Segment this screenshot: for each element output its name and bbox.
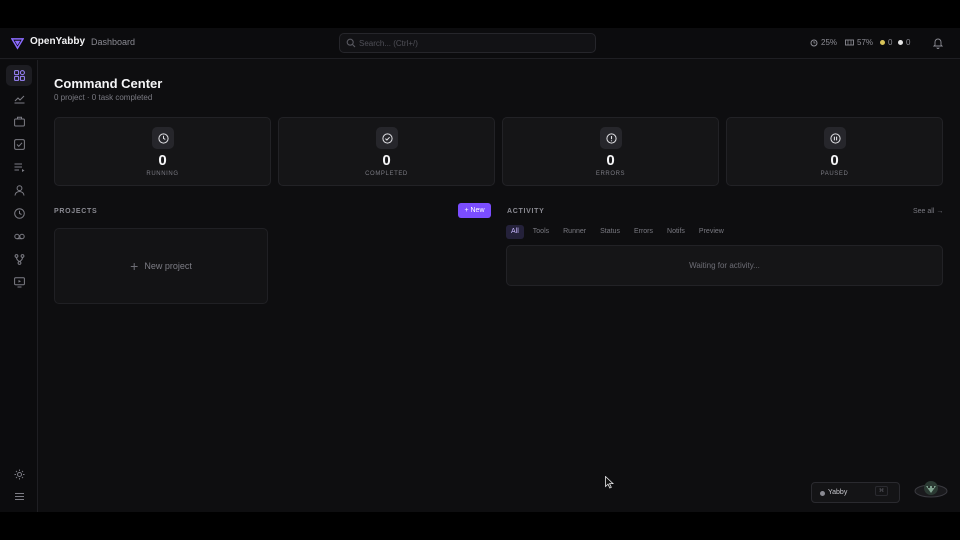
tab-all[interactable]: All	[506, 225, 524, 239]
logo-icon[interactable]	[11, 37, 24, 50]
sidebar-item-git[interactable]	[6, 249, 32, 270]
mouse-cursor-icon	[605, 476, 614, 489]
yabby-avatar-icon[interactable]	[914, 477, 948, 499]
count-a-value: 0	[888, 38, 893, 47]
tab-status[interactable]: Status	[595, 225, 625, 239]
new-project-button[interactable]: + New	[458, 203, 491, 218]
sidebar-item-analytics[interactable]	[6, 88, 32, 109]
page-title: Command Center	[54, 76, 163, 91]
main-content: Command Center 0 project · 0 task comple…	[38, 60, 960, 512]
count-b-value: 0	[906, 38, 911, 47]
shortcut-badge: ⌘	[875, 486, 888, 496]
chart-icon	[14, 95, 24, 104]
activity-feed: Waiting for activity...	[506, 245, 943, 286]
user-icon	[14, 185, 24, 196]
pause-icon	[824, 127, 846, 149]
memory-icon	[845, 39, 854, 46]
projects-heading: PROJECTS	[54, 208, 98, 215]
cpu-icon	[810, 39, 818, 46]
stat-label: RUNNING	[146, 171, 179, 177]
stat-card-paused: 0 PAUSED	[726, 117, 943, 186]
git-branch-icon	[14, 254, 24, 265]
stat-card-completed: 0 COMPLETED	[278, 117, 495, 186]
new-project-card[interactable]: + New project	[54, 228, 268, 304]
activity-heading: ACTIVITY	[507, 208, 545, 215]
list-icon	[14, 163, 24, 172]
search-input[interactable]: Search... (Ctrl+/)	[339, 33, 596, 53]
memory-usage: 57%	[845, 38, 873, 47]
check-circle-icon	[376, 127, 398, 149]
bell-icon[interactable]	[933, 37, 943, 49]
yabby-label: Yabby	[828, 489, 848, 496]
sun-icon	[14, 469, 24, 480]
tab-runner[interactable]: Runner	[558, 225, 591, 239]
page-subtitle: 0 project · 0 task completed	[54, 93, 153, 102]
new-project-label: New project	[144, 261, 192, 271]
top-bar: OpenYabby Dashboard Search... (Ctrl+/) 2…	[0, 28, 960, 59]
clock-icon	[13, 208, 25, 219]
status-dot-icon	[820, 491, 825, 496]
hamburger-icon	[14, 493, 24, 500]
stat-value: 0	[158, 152, 167, 169]
sidebar-item-voice[interactable]	[6, 226, 32, 247]
status-dot-icon	[880, 40, 885, 45]
sidebar-item-queue[interactable]	[6, 157, 32, 178]
breadcrumb: Dashboard	[91, 37, 136, 47]
activity-tabs: All Tools Runner Status Errors Notifs Pr…	[506, 225, 733, 239]
search-icon	[346, 38, 356, 48]
stat-label: ERRORS	[595, 171, 626, 177]
stat-label: PAUSED	[820, 171, 849, 177]
see-all-link[interactable]: See all →	[913, 208, 943, 215]
alert-icon	[600, 127, 622, 149]
new-project-content: + New project	[55, 259, 267, 273]
briefcase-icon	[13, 116, 25, 127]
monitor-icon	[13, 277, 25, 288]
stat-value: 0	[830, 152, 839, 169]
search-placeholder: Search... (Ctrl+/)	[359, 39, 418, 48]
clock-icon	[152, 127, 174, 149]
sidebar-item-agents[interactable]	[6, 180, 32, 201]
status-count-a: 0	[880, 38, 892, 47]
sidebar-item-history[interactable]	[6, 203, 32, 224]
sidebar-item-presentation[interactable]	[6, 272, 32, 293]
stat-card-errors: 0 ERRORS	[502, 117, 719, 186]
sidebar-item-dashboard[interactable]	[6, 65, 32, 86]
dashboard-icon	[13, 70, 25, 81]
activity-empty-state: Waiting for activity...	[689, 261, 760, 270]
app-window: OpenYabby Dashboard Search... (Ctrl+/) 2…	[0, 28, 960, 512]
sidebar	[0, 60, 38, 512]
tab-preview[interactable]: Preview	[694, 225, 729, 239]
brand-name[interactable]: OpenYabby	[30, 36, 85, 47]
cpu-usage: 25%	[810, 38, 837, 47]
stat-value: 0	[606, 152, 615, 169]
tab-tools[interactable]: Tools	[528, 225, 554, 239]
sidebar-item-tasks[interactable]	[6, 134, 32, 155]
checkbox-icon	[13, 139, 25, 150]
theme-toggle-button[interactable]	[6, 464, 32, 485]
status-dot-icon	[898, 40, 903, 45]
plus-icon: +	[130, 258, 139, 274]
sidebar-item-projects[interactable]	[6, 111, 32, 132]
menu-button[interactable]	[6, 486, 32, 507]
stat-card-running: 0 RUNNING	[54, 117, 271, 186]
tab-notifs[interactable]: Notifs	[662, 225, 690, 239]
stat-label: COMPLETED	[365, 171, 408, 177]
stat-value: 0	[382, 152, 391, 169]
cpu-value: 25%	[821, 38, 838, 47]
voicemail-icon	[13, 233, 25, 240]
tab-errors[interactable]: Errors	[629, 225, 658, 239]
memory-value: 57%	[857, 38, 874, 47]
status-count-b: 0	[898, 38, 910, 47]
